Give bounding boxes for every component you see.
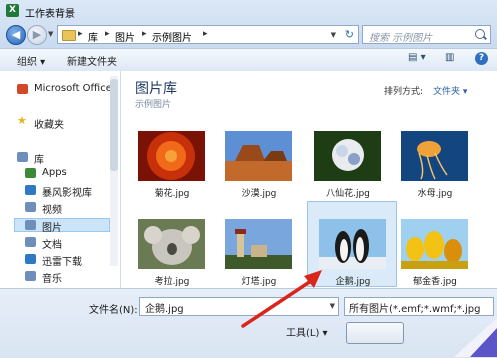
watermark-logo (454, 318, 497, 357)
file-open-dialog: X 工作表背景 ◀ ▶ ▼ ▸ 库 ▸ 图片 ▸ 示例图片 ▸ ▼ ↻ 搜索 示… (0, 0, 497, 358)
annotation-arrow (241, 270, 322, 328)
